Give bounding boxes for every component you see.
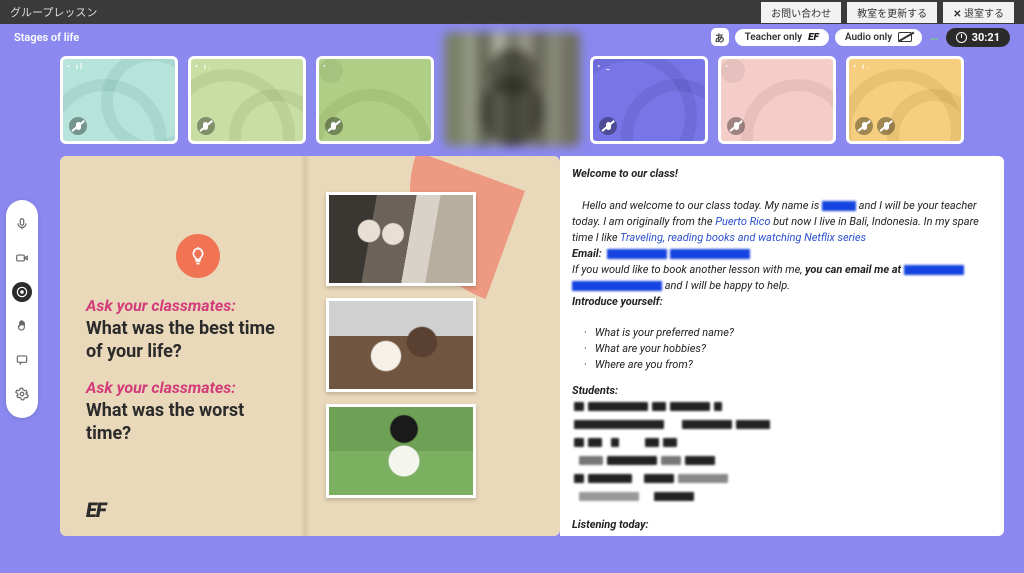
slides-tool-button[interactable] (12, 282, 32, 302)
slide-photo-elderly-couple (326, 192, 476, 286)
ef-logo: EF (86, 498, 105, 522)
participant-tile[interactable]: • _ (590, 56, 708, 144)
contact-button[interactable]: お問い合わせ (761, 2, 841, 23)
window-title: グループレッスン (10, 4, 761, 20)
notes-intro-text: Hello and welcome to our class today. My… (572, 199, 979, 244)
audio-only-label: Audio only (845, 32, 892, 43)
mic-muted-icon (69, 117, 87, 135)
slide-prompt-1: Ask your classmates: (86, 296, 292, 315)
notes-listening-heading: Listening today: (572, 517, 992, 533)
slide-photo-graduation (326, 404, 476, 498)
teacher-only-label: Teacher only (745, 32, 803, 43)
content-area: Ask your classmates: What was the best t… (0, 150, 1024, 542)
left-toolbar (6, 200, 38, 418)
no-video-icon (898, 32, 912, 42)
notes-question-name: · What is your preferred name? (584, 325, 992, 341)
mic-muted-icon (325, 117, 343, 135)
lesson-title: Stages of life (14, 31, 79, 44)
window-top-bar: グループレッスン お問い合わせ 教室を更新する 退室する (0, 0, 1024, 24)
slide-photo-wedding (326, 298, 476, 392)
mic-tool-button[interactable] (12, 214, 32, 234)
notes-question-from: · Where are you from? (584, 357, 992, 373)
notes-students-heading: Students: (572, 383, 992, 399)
slide-question-1: What was the best time of your life? (86, 317, 292, 364)
notes-welcome-title: Welcome to our class! (572, 166, 992, 182)
notes-question-hobbies: · What are your hobbies? (584, 341, 992, 357)
class-timer: 30:21 (946, 28, 1010, 47)
teacher-notes-panel[interactable]: Welcome to our class! Hello and welcome … (560, 156, 1004, 536)
live-indicator: … (930, 32, 937, 43)
slide-prompt-2: Ask your classmates: (86, 378, 292, 397)
leave-room-button[interactable]: 退室する (943, 2, 1014, 23)
participant-tile[interactable]: • ı. (188, 56, 306, 144)
slide-question-2: What was the worst time? (86, 399, 292, 446)
notes-booking-line: If you would like to book another lesson… (572, 262, 992, 294)
camera-tool-button[interactable] (12, 248, 32, 268)
lesson-slide: Ask your classmates: What was the best t… (60, 156, 560, 536)
participant-tile[interactable]: • (316, 56, 434, 144)
raise-hand-tool-button[interactable] (12, 316, 32, 336)
language-toggle-icon[interactable]: あ (711, 28, 729, 46)
participant-tile[interactable]: • ı. (846, 56, 964, 144)
settings-tool-button[interactable] (12, 384, 32, 404)
chat-tool-button[interactable] (12, 350, 32, 370)
ef-mark-icon: EF (808, 32, 819, 43)
notes-introduce-yourself: Introduce yourself: (572, 294, 992, 310)
participant-tile[interactable]: • ıl (60, 56, 178, 144)
audio-only-pill[interactable]: Audio only (835, 29, 922, 46)
clock-icon (956, 32, 967, 43)
timer-value: 30:21 (972, 31, 1000, 44)
mic-muted-icon (197, 117, 215, 135)
refresh-classroom-button[interactable]: 教室を更新する (847, 2, 937, 23)
participant-video-row: • ıl • ı. • • _ • • ı. (0, 50, 1024, 150)
students-redacted-list (572, 401, 992, 507)
participant-tile[interactable]: • (718, 56, 836, 144)
teacher-video-tile[interactable] (444, 32, 580, 146)
lightbulb-icon (176, 234, 220, 278)
mic-muted-icon (855, 117, 873, 135)
teacher-only-pill[interactable]: Teacher only EF (735, 29, 829, 46)
notes-email-line: Email: (572, 246, 992, 262)
camera-off-icon (877, 117, 895, 135)
